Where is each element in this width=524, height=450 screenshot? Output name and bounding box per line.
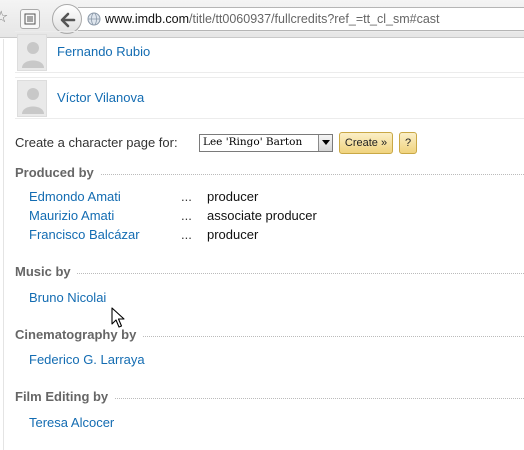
divider <box>3 39 4 450</box>
character-select-value: Lee 'Ringo' Barton <box>203 136 303 148</box>
url-text: www.imdb.com/title/tt0060937/fullcredits… <box>105 12 440 26</box>
mouse-cursor-icon <box>111 307 125 328</box>
credit-name-link[interactable]: Edmondo Amati <box>29 189 121 204</box>
divider <box>15 273 524 274</box>
character-select[interactable]: Lee 'Ringo' Barton <box>199 134 333 152</box>
url-domain: www.imdb.com <box>105 12 190 26</box>
credit-name-link[interactable]: Federico G. Larraya <box>29 352 145 367</box>
section-title: Produced by <box>15 165 100 180</box>
url-bar[interactable]: www.imdb.com/title/tt0060937/fullcredits… <box>78 7 524 31</box>
globe-icon <box>87 12 101 26</box>
credit-role: producer <box>207 189 259 204</box>
credit-dots: ... <box>181 189 192 204</box>
url-path: /title/tt0060937/fullcredits?ref_=tt_cl_… <box>189 12 440 26</box>
section-title: Cinematography by <box>15 327 143 342</box>
back-button[interactable] <box>52 4 82 34</box>
cast-name-link[interactable]: Fernando Rubio <box>57 44 150 59</box>
credit-name-link[interactable]: Maurizio Amati <box>29 208 114 223</box>
cast-row: Fernando Rubio <box>15 31 524 73</box>
credit-dots: ... <box>181 208 192 223</box>
star-icon[interactable]: ☆ <box>0 8 14 28</box>
chevron-down-icon[interactable] <box>318 135 332 151</box>
credit-name-link[interactable]: Bruno Nicolai <box>29 290 106 305</box>
character-page-form: Create a character page for: Lee 'Ringo'… <box>15 131 515 155</box>
create-button[interactable]: Create » <box>339 132 393 154</box>
help-button[interactable]: ? <box>399 132 417 154</box>
person-placeholder-icon[interactable] <box>17 80 47 117</box>
character-page-label: Create a character page for: <box>15 135 178 150</box>
back-arrow-icon <box>60 12 76 28</box>
credit-row: Bruno Nicolai <box>29 290 509 308</box>
section-title: Film Editing by <box>15 389 115 404</box>
section-title: Music by <box>15 264 77 279</box>
credit-row: Maurizio Amati ... associate producer <box>29 208 509 226</box>
person-placeholder-icon[interactable] <box>17 34 47 71</box>
credit-row: Federico G. Larraya <box>29 352 509 370</box>
credit-dots: ... <box>181 227 192 242</box>
section-header-produced: Produced by <box>15 165 524 183</box>
cast-name-link[interactable]: Víctor Vilanova <box>57 90 144 105</box>
section-header-editing: Film Editing by <box>15 389 524 407</box>
credit-row: Francisco Balcázar ... producer <box>29 227 509 245</box>
credit-name-link[interactable]: Francisco Balcázar <box>29 227 140 242</box>
credit-role: producer <box>207 227 259 242</box>
credit-row: Edmondo Amati ... producer <box>29 189 509 207</box>
section-header-music: Music by <box>15 264 524 282</box>
credit-role: associate producer <box>207 208 317 223</box>
cast-row: Víctor Vilanova <box>15 77 524 119</box>
credit-row: Teresa Alcocer <box>29 415 509 433</box>
credit-name-link[interactable]: Teresa Alcocer <box>29 415 114 430</box>
reader-view-icon[interactable] <box>20 9 40 29</box>
page-content: Fernando Rubio Víctor Vilanova Create a … <box>0 31 524 450</box>
section-header-cinematography: Cinematography by <box>15 327 524 345</box>
